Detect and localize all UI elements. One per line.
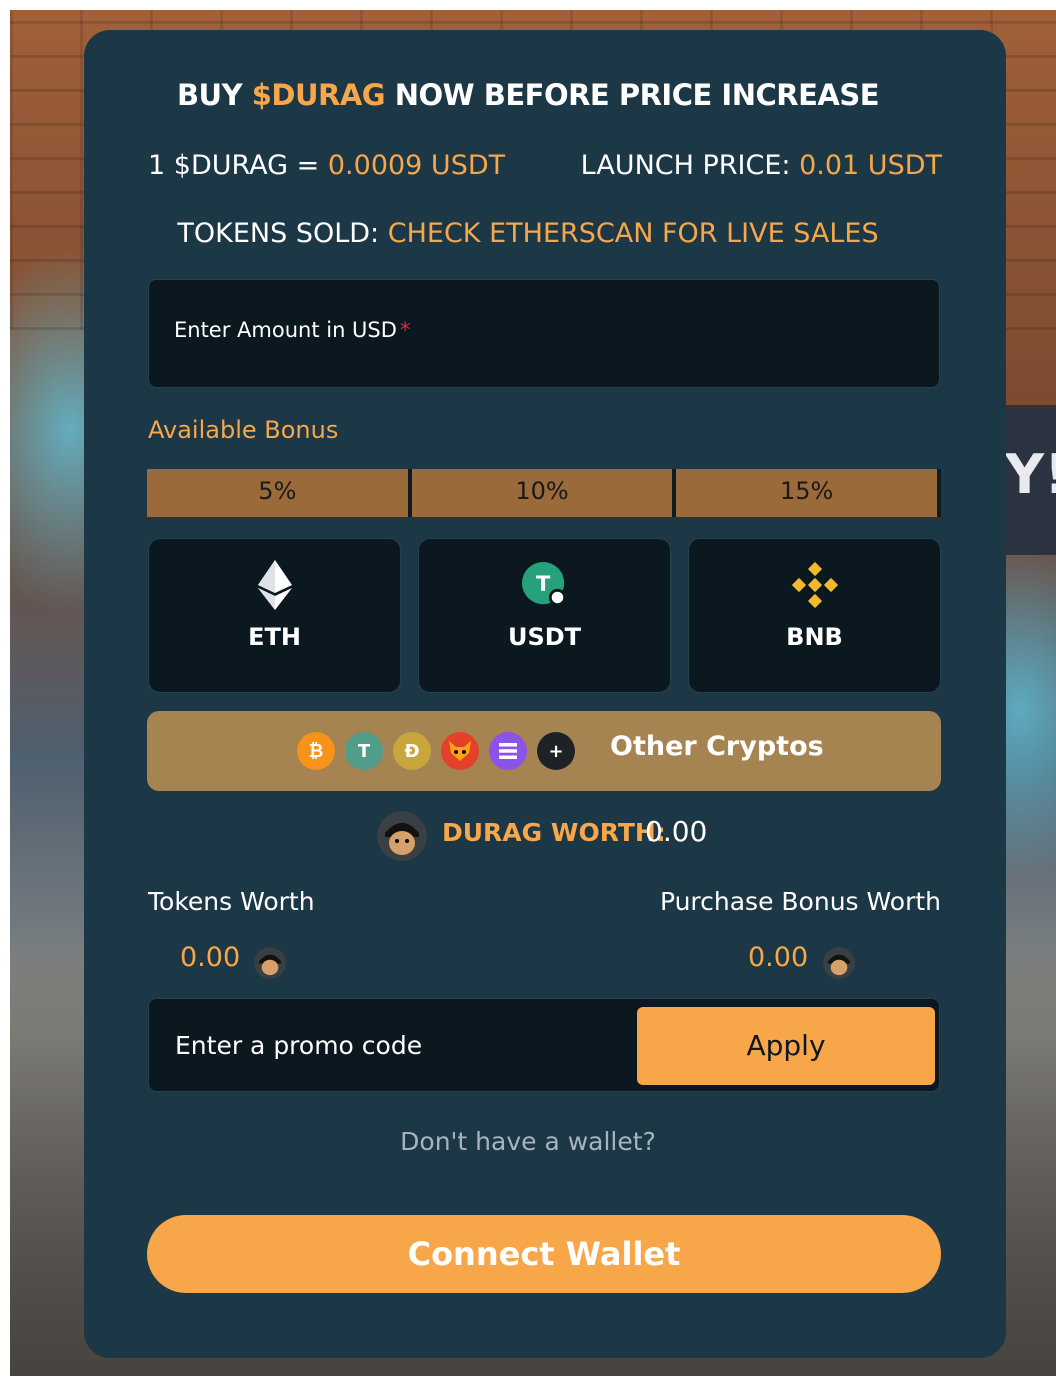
bonus-tiers-bar: 5% 10% 15%: [147, 469, 942, 517]
currency-eth-label: ETH: [248, 623, 301, 651]
tokens-worth-value: 0.00: [180, 942, 241, 973]
purchase-bonus-worth-label: Purchase Bonus Worth: [659, 887, 941, 916]
durag-avatar-icon: [377, 811, 427, 861]
bitcoin-icon: ₿: [297, 732, 335, 770]
plus-icon: +: [537, 732, 575, 770]
tokens-sold: TOKENS SOLD: CHECK ETHERSCAN FOR LIVE SA…: [0, 218, 1056, 249]
ethereum-icon: [251, 560, 299, 610]
required-mark: *: [399, 318, 411, 342]
amount-label-text: Enter Amount in USD: [174, 318, 397, 342]
headline-prefix: BUY: [176, 78, 243, 112]
tron-usdt-icon: T: [345, 732, 383, 770]
amount-input[interactable]: Enter Amount in USD *: [148, 279, 940, 388]
rate-value: 0.0009 USDT: [327, 150, 506, 181]
rate-label: 1 $DURAG =: [148, 150, 320, 181]
tether-icon: T: [521, 561, 569, 609]
no-wallet-link[interactable]: Don't have a wallet?: [0, 1127, 1056, 1156]
currency-usdt-label: USDT: [507, 623, 582, 651]
dogecoin-icon: Ð: [393, 732, 431, 770]
tokens-durag-icon: [254, 947, 286, 979]
other-cryptos-label: Other Cryptos: [610, 731, 824, 762]
tokens-worth-label: Tokens Worth: [148, 887, 315, 916]
sold-value[interactable]: CHECK ETHERSCAN FOR LIVE SALES: [388, 218, 879, 249]
apply-promo-button[interactable]: Apply: [637, 1007, 935, 1085]
bonus-tier-15: 15%: [672, 469, 942, 517]
amount-label: Enter Amount in USD *: [174, 318, 410, 342]
presale-headline: BUY $DURAG NOW BEFORE PRICE INCREASE: [0, 78, 1056, 112]
connect-wallet-button[interactable]: Connect Wallet: [147, 1215, 941, 1293]
promo-code-input[interactable]: [149, 999, 629, 1091]
headline-suffix: NOW BEFORE PRICE INCREASE: [394, 78, 880, 112]
solana-icon: [489, 732, 527, 770]
bonus-title: Available Bonus: [148, 416, 339, 444]
launch-price: LAUNCH PRICE: 0.01 USDT: [581, 150, 942, 181]
durag-worth-title: DURAG WORTH:: [442, 818, 666, 847]
graffiti-sign: Y!: [1001, 405, 1056, 555]
currency-usdt-button[interactable]: T USDT: [418, 538, 671, 693]
bonus-tier-5: 5%: [147, 469, 408, 517]
bonus-tier-10: 10%: [407, 469, 673, 517]
promo-code-field: Apply: [148, 998, 940, 1092]
durag-worth-value: 0.00: [645, 815, 708, 848]
bonus-worth-value: 0.00: [748, 942, 809, 973]
shiba-inu-icon: [441, 732, 479, 770]
currency-eth-button[interactable]: ETH: [148, 538, 401, 693]
token-rate: 1 $DURAG = 0.0009 USDT: [148, 150, 505, 181]
svg-text:T: T: [535, 571, 550, 596]
other-cryptos-button[interactable]: ₿ T Ð + Other Cryptos: [147, 711, 941, 791]
sold-label: TOKENS SOLD:: [177, 218, 380, 249]
currency-bnb-label: BNB: [786, 623, 843, 651]
launch-label: LAUNCH PRICE:: [580, 150, 791, 181]
currency-bnb-button[interactable]: BNB: [688, 538, 941, 693]
headline-token: $DURAG: [251, 78, 386, 112]
launch-value: 0.01 USDT: [799, 150, 942, 181]
binance-icon: [791, 561, 839, 609]
bonus-durag-icon: [823, 947, 855, 979]
